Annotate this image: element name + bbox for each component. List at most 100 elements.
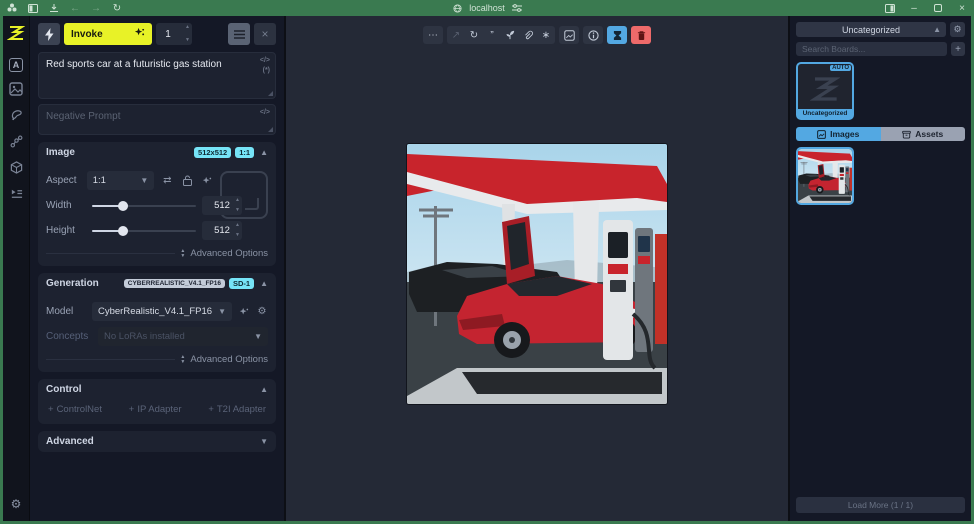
lock-aspect-icon[interactable] <box>180 175 194 186</box>
tab-images[interactable]: Images <box>796 127 881 141</box>
images-tab-label: Images <box>830 129 859 139</box>
back-icon[interactable]: ← <box>69 2 81 14</box>
downloads-icon[interactable] <box>48 2 60 14</box>
seed-asterisk-icon[interactable]: ∗ <box>537 26 555 44</box>
width-label: Width <box>46 200 86 211</box>
section-title: Control <box>46 384 82 395</box>
model-picker-icon[interactable] <box>238 307 250 317</box>
tab-workflows-icon[interactable] <box>7 132 25 150</box>
settings-gear-icon[interactable]: ⚙ <box>7 495 25 513</box>
use-all-paperclip-icon[interactable] <box>519 26 537 44</box>
height-input[interactable]: ▲▼ <box>202 221 242 240</box>
forward-icon[interactable]: → <box>90 2 102 14</box>
invoke-row: Invoke ▲▼ × <box>38 23 276 45</box>
model-select[interactable]: CyberRealistic_V4.1_FP16 ▼ <box>92 302 232 321</box>
size-badge: 512x512 <box>194 147 231 158</box>
controlnet-label: ControlNet <box>57 404 102 415</box>
add-controlnet-button[interactable]: +ControlNet <box>48 404 102 415</box>
model-settings-gear-icon[interactable]: ⚙ <box>256 306 268 317</box>
clear-queue-button[interactable]: × <box>254 23 276 45</box>
tab-canvas-image-icon[interactable] <box>7 80 25 98</box>
height-slider[interactable] <box>92 226 196 236</box>
load-more-button[interactable]: Load More (1 / 1) <box>796 497 965 513</box>
remix-icon[interactable]: ↻ <box>465 26 483 44</box>
tab-generation-icon[interactable]: A <box>9 58 23 72</box>
board-selector[interactable]: Uncategorized ▲ <box>796 22 946 37</box>
add-board-button[interactable]: + <box>951 42 965 56</box>
image-advanced-options[interactable]: ▲▼ Advanced Options <box>46 248 268 259</box>
height-value[interactable] <box>210 225 234 236</box>
image-menu-button[interactable]: ⋯ <box>423 26 443 44</box>
generated-image[interactable] <box>407 144 667 404</box>
board-card-uncategorized[interactable]: AUTO Uncategorized <box>796 62 854 120</box>
optimize-size-icon[interactable] <box>200 176 214 186</box>
width-slider[interactable] <box>92 201 196 211</box>
concepts-label: Concepts <box>46 331 92 342</box>
advanced-options-label: Advanced Options <box>190 248 268 259</box>
iterations-stepper[interactable]: ▲▼ <box>185 25 190 43</box>
send-to-canvas-icon[interactable]: ↗ <box>447 26 465 44</box>
info-button[interactable] <box>583 26 603 44</box>
metadata-image-button[interactable] <box>559 26 579 44</box>
site-info-icon[interactable] <box>451 2 463 14</box>
code-icon[interactable]: </> <box>260 57 270 64</box>
gallery-thumbnail-selected[interactable] <box>796 147 854 205</box>
control-card: Control ▲ +ControlNet +IP Adapter +T2I A… <box>38 379 276 424</box>
positive-prompt-input[interactable]: Red sports car at a futuristic gas stati… <box>46 59 253 92</box>
chevron-up-icon[interactable]: ▲ <box>260 385 268 394</box>
code-icon[interactable]: </> <box>260 109 270 116</box>
search-boards-input[interactable] <box>796 42 947 56</box>
generation-header[interactable]: Generation CYBERREALISTIC_V4.1_FP16 SD-1… <box>38 273 276 294</box>
panel-icon[interactable] <box>884 2 896 14</box>
sparkles-icon <box>134 27 145 41</box>
invoke-button[interactable]: Invoke <box>64 23 152 45</box>
app-tab-strip: A ⚙ <box>3 16 30 521</box>
advanced-header[interactable]: Advanced ▼ <box>38 431 276 452</box>
progress-toggle-button[interactable] <box>607 26 627 44</box>
tab-upscale-icon[interactable] <box>7 106 25 124</box>
auto-badge: AUTO <box>830 65 851 71</box>
use-seed-icon[interactable] <box>501 26 519 44</box>
resize-handle[interactable] <box>268 91 273 96</box>
sidebar-toggle-icon[interactable] <box>27 2 39 14</box>
image-settings-header[interactable]: Image 512x512 1:1 ▲ <box>38 142 276 163</box>
close-icon[interactable]: × <box>956 2 968 14</box>
minimize-icon[interactable]: – <box>908 2 920 14</box>
gallery-settings-gear-icon[interactable]: ⚙ <box>950 22 965 37</box>
url-text[interactable]: localhost <box>469 3 505 13</box>
width-value[interactable] <box>210 200 234 211</box>
control-header[interactable]: Control ▲ <box>38 379 276 400</box>
maximize-icon[interactable] <box>932 2 944 14</box>
chevron-up-icon[interactable]: ▲ <box>260 148 268 157</box>
board-name-label: Uncategorized <box>798 109 852 118</box>
delete-image-button[interactable] <box>631 26 651 44</box>
embedding-icon[interactable]: (*) <box>260 67 270 74</box>
iterations-input[interactable]: ▲▼ <box>156 23 192 45</box>
concepts-select[interactable]: No LoRAs installed ▼ <box>98 327 268 346</box>
tab-models-icon[interactable] <box>7 158 25 176</box>
add-t2i-adapter-button[interactable]: +T2I Adapter <box>208 404 266 415</box>
gallery-tabs: Images Assets <box>796 127 965 141</box>
reload-icon[interactable]: ↻ <box>111 2 123 14</box>
advanced-options-label: Advanced Options <box>190 354 268 365</box>
aspect-select[interactable]: 1:1 ▼ <box>87 171 155 190</box>
chevron-up-icon[interactable]: ▲ <box>260 279 268 288</box>
tab-assets[interactable]: Assets <box>881 127 966 141</box>
negative-prompt-input[interactable] <box>46 111 253 128</box>
queue-prompt-bolt-button[interactable] <box>38 23 60 45</box>
browser-app-icon[interactable] <box>6 2 18 14</box>
use-prompt-icon[interactable]: ” <box>483 26 501 44</box>
iterations-value[interactable] <box>156 29 180 40</box>
load-more-label: Load More (1 / 1) <box>848 500 913 510</box>
chevron-down-icon[interactable]: ▼ <box>260 437 268 446</box>
queue-list-button[interactable] <box>228 23 250 45</box>
expand-icon: ▲▼ <box>180 249 185 259</box>
width-input[interactable]: ▲▼ <box>202 196 242 215</box>
tab-queue-icon[interactable] <box>7 184 25 202</box>
add-ip-adapter-button[interactable]: +IP Adapter <box>129 404 182 415</box>
generation-advanced-options[interactable]: ▲▼ Advanced Options <box>46 354 268 365</box>
resize-handle[interactable] <box>268 127 273 132</box>
expand-icon: ▲▼ <box>180 355 185 365</box>
swap-dimensions-icon[interactable]: ⇄ <box>160 175 174 186</box>
tune-icon[interactable] <box>511 2 523 14</box>
